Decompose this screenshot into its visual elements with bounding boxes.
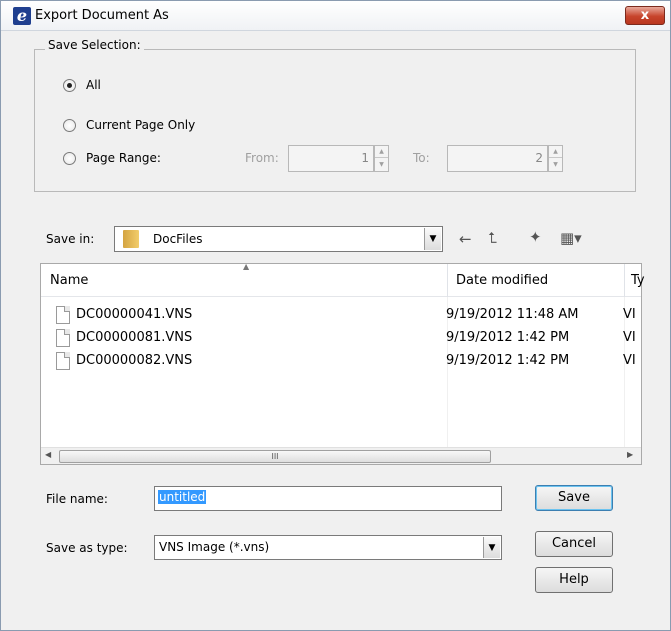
file-icon xyxy=(56,352,70,370)
column-date-modified[interactable]: Date modified xyxy=(456,273,548,288)
app-logo-icon: e xyxy=(13,7,31,25)
chevron-down-icon[interactable]: ▼ xyxy=(424,228,441,250)
save-in-dropdown[interactable]: DocFiles ▼ xyxy=(114,226,443,252)
cancel-button[interactable]: Cancel xyxy=(535,531,613,557)
file-type-cell: VI xyxy=(623,330,636,345)
sort-ascending-icon: ▲ xyxy=(243,262,250,271)
file-icon xyxy=(56,329,70,347)
to-spin-down-icon[interactable]: ▼ xyxy=(549,159,562,171)
scroll-right-icon[interactable]: ▶ xyxy=(627,450,633,459)
scrollbar-thumb[interactable]: III xyxy=(59,450,491,463)
from-spin-down-icon[interactable]: ▼ xyxy=(375,159,388,171)
to-input[interactable]: 2 xyxy=(447,145,548,172)
save-in-folder: DocFiles xyxy=(153,232,203,246)
file-name-cell: DC00000041.VNS xyxy=(76,307,193,322)
column-separator[interactable] xyxy=(447,264,448,297)
radio-current-page[interactable] xyxy=(63,118,76,132)
horizontal-scrollbar[interactable]: ◀ III ▶ xyxy=(41,447,641,464)
column-separator[interactable] xyxy=(624,264,625,297)
file-icon xyxy=(56,306,70,324)
save-as-type-label: Save as type: xyxy=(46,541,128,555)
chevron-down-icon[interactable]: ▼ xyxy=(483,537,500,558)
file-name-label: File name: xyxy=(46,492,108,506)
from-spinner[interactable]: ▲ ▼ xyxy=(374,145,389,172)
column-name[interactable]: Name xyxy=(50,273,88,288)
up-folder-icon[interactable]: ⮤ xyxy=(488,229,497,247)
file-date-cell: 9/19/2012 11:48 AM xyxy=(446,307,579,322)
folder-icon xyxy=(123,230,139,248)
save-button[interactable]: Save xyxy=(535,485,613,511)
from-input[interactable]: 1 xyxy=(288,145,374,172)
back-arrow-icon[interactable]: ← xyxy=(459,230,472,248)
save-selection-legend: Save Selection: xyxy=(45,38,144,52)
file-name-cell: DC00000082.VNS xyxy=(76,353,193,368)
to-spinner[interactable]: ▲ ▼ xyxy=(548,145,563,172)
export-dialog: e Export Document As x Save Selection: A… xyxy=(0,0,671,631)
radio-page-range-label: Page Range: xyxy=(86,151,161,165)
close-button[interactable]: x xyxy=(625,6,665,25)
dialog-title: Export Document As xyxy=(35,8,169,23)
file-name-value: untitled xyxy=(158,490,207,504)
file-name-input[interactable]: untitled xyxy=(154,486,502,511)
save-as-type-value: VNS Image (*.vns) xyxy=(159,540,270,554)
help-button[interactable]: Help xyxy=(535,567,613,593)
from-spin-up-icon[interactable]: ▲ xyxy=(375,146,388,158)
file-date-cell: 9/19/2012 1:42 PM xyxy=(446,353,570,368)
radio-page-range-row[interactable]: Page Range: xyxy=(63,151,161,165)
file-date-cell: 9/19/2012 1:42 PM xyxy=(446,330,570,345)
file-type-cell: VI xyxy=(623,307,636,322)
radio-all-row[interactable]: All xyxy=(63,78,101,92)
radio-current-page-row[interactable]: Current Page Only xyxy=(63,118,195,132)
radio-page-range[interactable] xyxy=(63,151,76,165)
file-list[interactable]: Name ▲ Date modified Ty DC00000041.VNS 9… xyxy=(40,262,645,465)
new-folder-icon[interactable]: ✦ xyxy=(529,228,542,246)
file-row[interactable]: DC00000082.VNS 9/19/2012 1:42 PM VI xyxy=(41,350,641,372)
file-row[interactable]: DC00000041.VNS 9/19/2012 11:48 AM VI xyxy=(41,304,641,326)
to-label: To: xyxy=(413,151,430,165)
radio-all-label: All xyxy=(86,78,101,92)
save-in-label: Save in: xyxy=(46,232,95,246)
title-bar: e Export Document As x xyxy=(1,1,670,31)
radio-current-page-label: Current Page Only xyxy=(86,118,196,132)
to-spin-up-icon[interactable]: ▲ xyxy=(549,146,562,158)
from-label: From: xyxy=(245,151,279,165)
column-type[interactable]: Ty xyxy=(631,273,645,288)
file-name-cell: DC00000081.VNS xyxy=(76,330,193,345)
file-row[interactable]: DC00000081.VNS 9/19/2012 1:42 PM VI xyxy=(41,327,641,349)
view-menu-icon[interactable]: ▦▾ xyxy=(560,229,582,247)
radio-all[interactable] xyxy=(63,78,76,92)
file-type-cell: VI xyxy=(623,353,636,368)
file-list-header: Name ▲ Date modified Ty xyxy=(41,262,645,297)
scroll-left-icon[interactable]: ◀ xyxy=(45,450,51,459)
save-as-type-dropdown[interactable]: VNS Image (*.vns) ▼ xyxy=(154,535,502,560)
